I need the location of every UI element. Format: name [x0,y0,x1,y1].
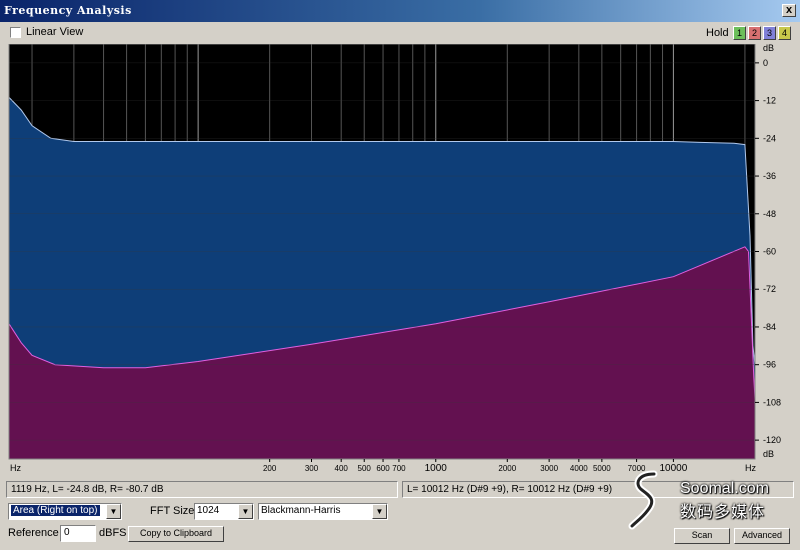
y-tick-label: -24 [763,133,776,143]
y-unit-top: dB [763,44,774,53]
peak-readout-text: L= 10012 Hz (D#9 +9), R= 10012 Hz (D#9 +… [407,484,613,495]
y-tick-label: 0 [763,58,768,68]
reference-input[interactable]: 0 [60,525,96,542]
advanced-label: Advanced [741,530,783,540]
scan-label: Scan [691,530,713,540]
display-mode-select[interactable]: Area (Right on top) ▼ [8,503,122,520]
linear-view-label: Linear View [26,26,84,38]
x-tick-label: 4000 [570,464,588,473]
hold-button-label: 1 [736,28,742,38]
fft-size-select[interactable]: 1024 ▼ [194,503,254,520]
hold-button-label: 3 [766,28,772,38]
y-tick-label: -48 [763,209,776,219]
hold-button-2[interactable]: 2 [748,26,761,40]
window-title: Frequency Analysis [4,4,132,17]
title-bar: Frequency Analysis x [0,0,800,22]
hold-button-1[interactable]: 1 [733,26,746,40]
y-tick-label: -108 [763,397,781,407]
advanced-button[interactable]: Advanced [734,528,790,544]
left-margin [0,44,9,459]
dropdown-arrow-icon[interactable]: ▼ [106,504,121,519]
x-tick-label: 600 [376,464,390,473]
y-tick-label: -96 [763,360,776,370]
window-function-select[interactable]: Blackmann-Harris ▼ [258,503,388,520]
close-button[interactable]: x [782,4,796,17]
copy-to-clipboard-button[interactable]: Copy to Clipboard [128,526,224,542]
window-function-value: Blackmann-Harris [261,505,341,516]
spectrum-chart: 0 -12 -24 -36 -48 -60 -72 -84 -96 -108 -120 dB dB 200… [0,44,800,476]
y-tick-label: -120 [763,435,781,445]
soomal-logo-icon [628,470,658,530]
dropdown-arrow-icon[interactable]: ▼ [238,504,253,519]
hold-button-4[interactable]: 4 [778,26,791,40]
dropdown-arrow-icon[interactable]: ▼ [372,504,387,519]
y-tick-label: -84 [763,322,776,332]
cursor-readout-text: 1119 Hz, L= -24.8 dB, R= -80.7 dB [11,484,164,495]
x-tick-label: 5000 [593,464,611,473]
fft-size-value: 1024 [197,505,220,516]
x-tick-label: 400 [335,464,349,473]
x-tick-label: 500 [358,464,372,473]
reference-unit: dBFS [99,527,127,539]
y-unit-bottom: dB [763,449,774,459]
watermark-line1: Soomal.com [680,480,769,497]
fft-size-label: FFT Size [150,505,195,517]
close-icon: x [785,4,793,16]
cursor-readout: 1119 Hz, L= -24.8 dB, R= -80.7 dB [6,481,398,498]
x-tick-label: 3000 [540,464,558,473]
hold-button-label: 2 [751,28,757,38]
hold-button-3[interactable]: 3 [763,26,776,40]
scan-button[interactable]: Scan [674,528,730,544]
y-tick-label: -72 [763,284,776,294]
watermark-line2: 数码多媒体 [680,504,766,521]
reference-value: 0 [64,527,70,538]
y-tick-label: -12 [763,96,776,106]
x-unit-right: Hz [745,463,756,473]
x-unit-left: Hz [10,463,21,473]
hold-button-label: 4 [781,28,787,38]
y-tick-label: -36 [763,171,776,181]
x-tick-label: 700 [392,464,406,473]
hold-label: Hold [706,27,729,39]
y-tick-label: -60 [763,247,776,257]
display-mode-value: Area (Right on top) [11,505,100,516]
reference-label: Reference [8,527,59,539]
x-tick-label: 1000 [425,463,448,474]
copy-to-clipboard-label: Copy to Clipboard [139,528,213,538]
linear-view-checkbox[interactable] [10,27,21,38]
x-tick-label: 200 [263,464,277,473]
y-axis-panel [755,44,800,476]
x-tick-label: 2000 [498,464,516,473]
x-tick-label: 300 [305,464,319,473]
